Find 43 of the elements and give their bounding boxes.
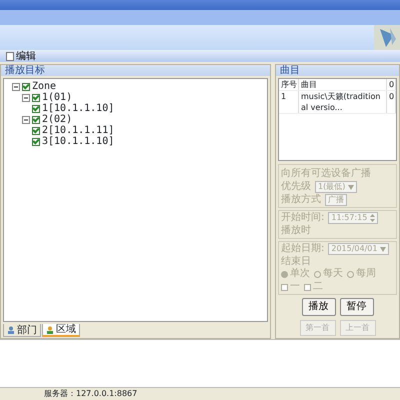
logo-icon — [374, 25, 400, 50]
start-time-label: 开始时间: — [281, 212, 324, 224]
people-icon — [46, 326, 54, 334]
mode-label: 播放方式 — [281, 194, 321, 206]
column-header: 0 — [387, 79, 396, 90]
priority-label: 优先级 — [281, 181, 311, 193]
tree-item[interactable]: 1(01) — [42, 92, 72, 103]
start-date-label: 起始日期: — [281, 243, 324, 255]
column-header: 序号 — [279, 79, 299, 90]
collapse-icon[interactable] — [12, 82, 20, 90]
play-control-button[interactable]: 暂停 — [340, 298, 374, 316]
collapse-icon[interactable] — [22, 116, 30, 124]
tree-item[interactable]: 2(02) — [42, 114, 72, 125]
end-date-label: 结束日 — [281, 256, 311, 268]
document-icon — [6, 52, 14, 60]
collapse-icon[interactable] — [22, 94, 30, 102]
tree-item[interactable]: 1[10.1.1.10] — [42, 103, 114, 114]
tree-item[interactable]: Zone — [32, 81, 56, 92]
checkbox[interactable] — [22, 82, 30, 90]
checkbox[interactable] — [32, 104, 40, 112]
panel-title: 播放目标 — [1, 65, 270, 76]
table-cell: 0 — [387, 91, 396, 113]
checkbox[interactable] — [32, 126, 40, 134]
group-title: 向所有可选设备广播 — [281, 166, 372, 180]
table-cell: 1 — [279, 91, 299, 113]
spinner-arrows-icon — [370, 214, 375, 222]
checkbox[interactable] — [32, 116, 40, 124]
tree-item[interactable]: 3[10.1.1.10] — [42, 136, 114, 147]
tab[interactable]: 区域 — [42, 324, 80, 337]
tree-item[interactable]: 2[10.1.1.11] — [42, 125, 114, 136]
play-control-button[interactable]: 播放 — [302, 298, 336, 316]
tab[interactable]: 部门 — [3, 324, 41, 337]
dropdown-arrow-icon — [380, 246, 386, 252]
checkbox[interactable] — [32, 138, 40, 146]
dropdown-arrow-icon — [348, 184, 354, 190]
column-header: 曲目 — [299, 79, 387, 90]
people-icon — [7, 326, 15, 334]
panel-title: 曲目 — [276, 65, 399, 76]
server-address: 服务器：127.0.0.1:8867 — [44, 389, 138, 398]
edit-button[interactable]: 编辑 — [4, 50, 38, 62]
play-time-label: 播放时 — [281, 225, 311, 237]
table-cell: music\天籁(traditional versio... — [299, 91, 387, 113]
checkbox[interactable] — [32, 94, 40, 102]
